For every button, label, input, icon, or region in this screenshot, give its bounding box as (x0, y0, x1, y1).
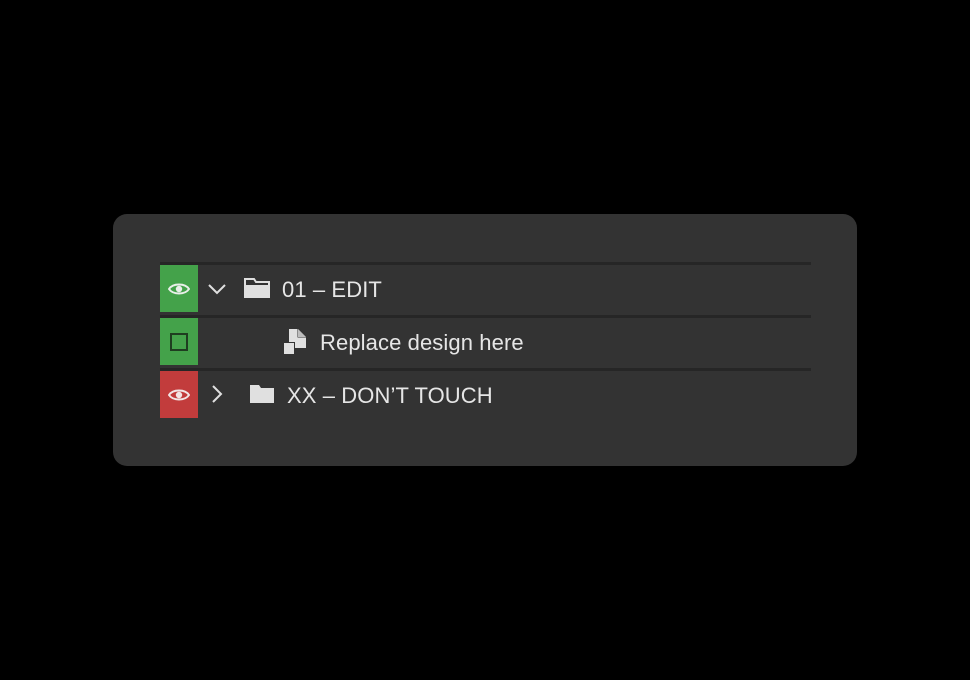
folder-closed-icon (250, 385, 274, 403)
visibility-toggle[interactable] (160, 318, 198, 365)
eye-icon (168, 389, 190, 400)
layer-row-edit-folder[interactable]: 01 – EDIT (160, 262, 811, 315)
chevron-right-icon (212, 385, 223, 403)
eye-icon (168, 283, 190, 294)
visibility-toggle[interactable] (160, 265, 198, 312)
square-icon (170, 332, 188, 351)
layer-row-locked-folder[interactable]: XX – DON’T TOUCH (160, 368, 811, 421)
layer-name: 01 – EDIT (282, 277, 382, 302)
smart-object-icon (283, 329, 306, 355)
expand-toggle[interactable] (207, 279, 227, 299)
layer-row-smart-object[interactable]: Replace design here (160, 315, 811, 368)
expand-toggle[interactable] (207, 384, 227, 404)
layer-name: Replace design here (320, 330, 524, 355)
visibility-toggle[interactable] (160, 371, 198, 418)
folder-open-icon (244, 278, 270, 298)
chevron-down-icon (208, 284, 226, 295)
layers-list: 01 – EDIT Replace design here XX – DON’T… (160, 262, 811, 421)
layers-panel: 01 – EDIT Replace design here XX – DON’T… (113, 214, 857, 466)
layer-name: XX – DON’T TOUCH (287, 383, 493, 408)
